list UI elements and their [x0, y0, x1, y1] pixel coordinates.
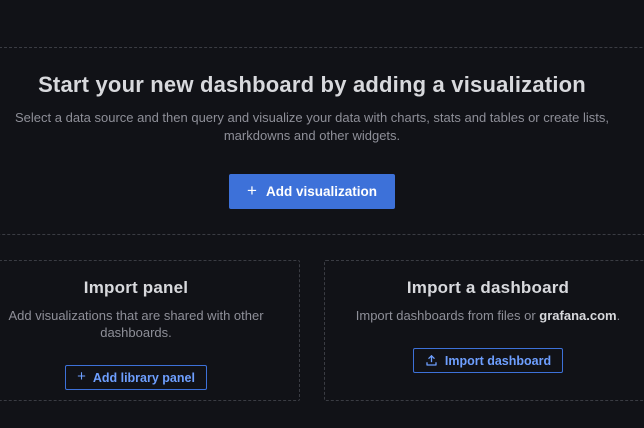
plus-icon: +: [247, 182, 257, 199]
page-title: Start your new dashboard by adding a vis…: [38, 72, 586, 98]
plus-icon: +: [77, 369, 86, 384]
add-visualization-button-label: Add visualization: [266, 184, 377, 199]
import-dashboard-title: Import a dashboard: [325, 278, 644, 298]
import-panel-card: Import panel Add visualizations that are…: [0, 260, 300, 401]
add-visualization-button[interactable]: + Add visualization: [229, 174, 395, 209]
import-panel-title: Import panel: [0, 278, 299, 298]
empty-dashboard-canvas: Start your new dashboard by adding a vis…: [0, 0, 644, 401]
description-text: .: [617, 308, 621, 323]
grafana-com-link[interactable]: grafana.com: [539, 308, 616, 323]
add-visualization-panel: Start your new dashboard by adding a vis…: [0, 47, 644, 235]
import-dashboard-card: Import a dashboard Import dashboards fro…: [324, 260, 644, 401]
import-panel-description: Add visualizations that are shared with …: [0, 307, 276, 341]
import-dashboard-button-label: Import dashboard: [445, 354, 551, 368]
add-library-panel-button[interactable]: + Add library panel: [65, 365, 207, 390]
description-text: Import dashboards from files or: [356, 308, 540, 323]
import-dashboard-description: Import dashboards from files or grafana.…: [333, 307, 643, 324]
add-library-panel-button-label: Add library panel: [93, 371, 195, 385]
page-subtitle: Select a data source and then query and …: [6, 109, 618, 144]
import-dashboard-button[interactable]: Import dashboard: [413, 348, 563, 373]
upload-icon: [425, 354, 438, 367]
import-options-row: Import panel Add visualizations that are…: [0, 260, 644, 401]
